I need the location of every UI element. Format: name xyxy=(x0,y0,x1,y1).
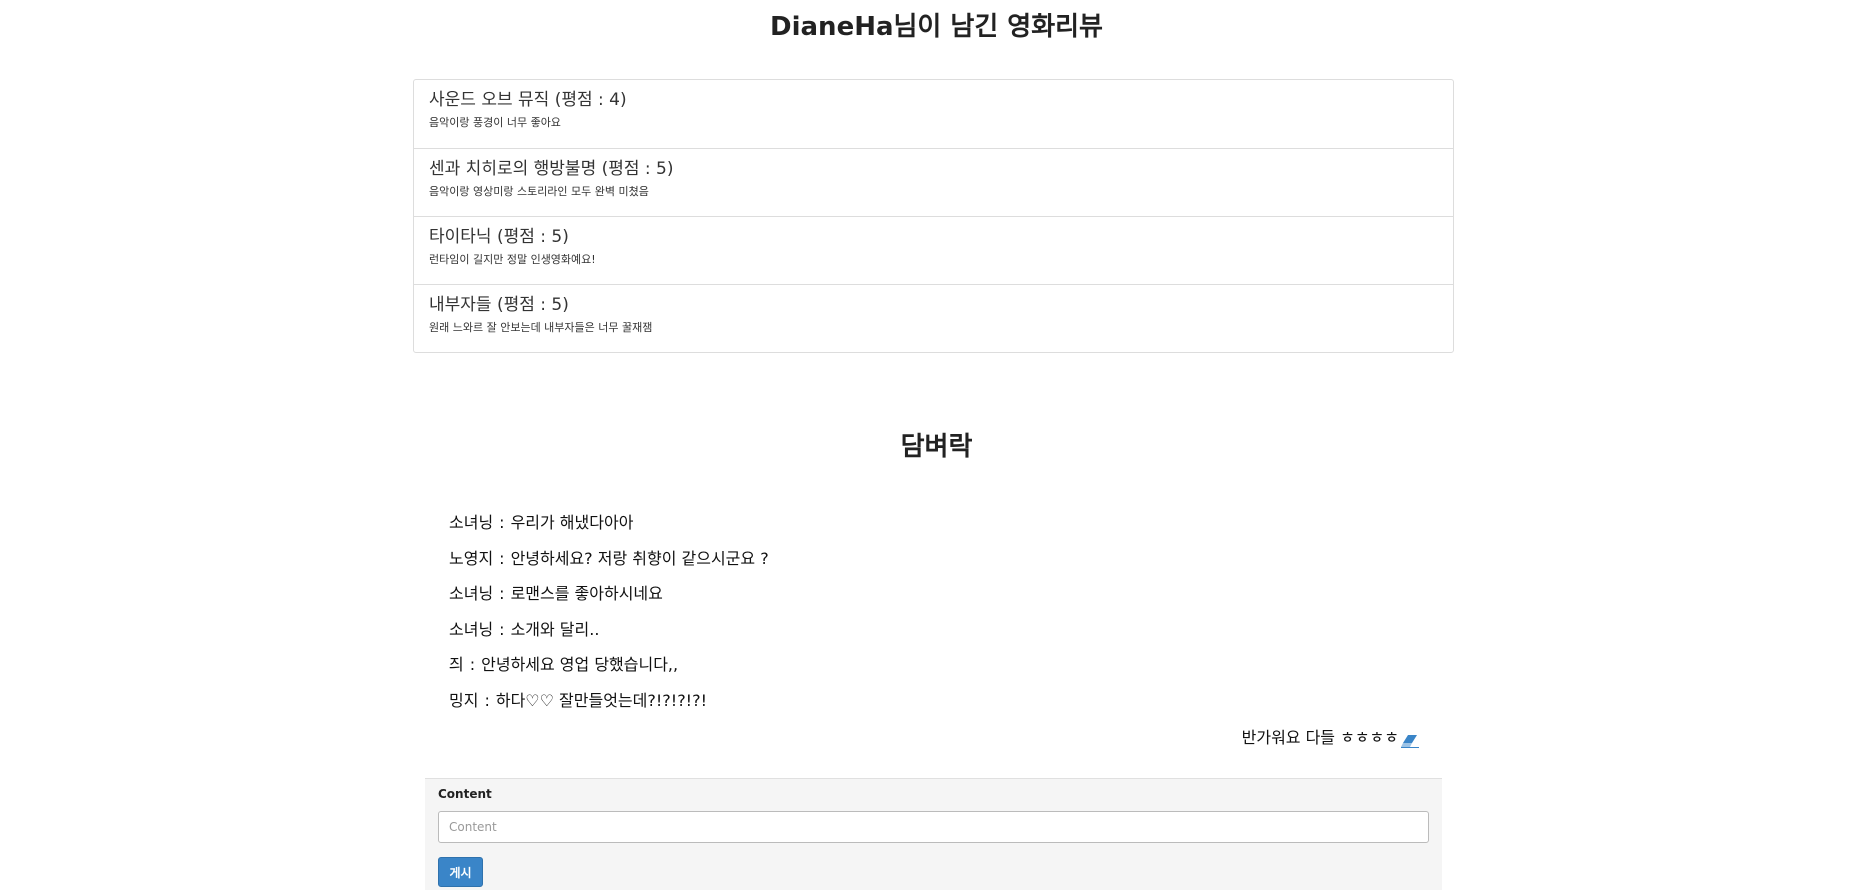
review-title: 타이타닉 (평점 : 5) xyxy=(429,227,569,247)
review-title: 내부자들 (평점 : 5) xyxy=(429,295,569,315)
review-title: 센과 치히로의 행방불명 (평점 : 5) xyxy=(429,159,674,179)
message-text: 하다♡♡ 잘만들엇는데?!?!?!?! xyxy=(495,690,708,710)
message-author: 소녀닝 xyxy=(449,513,494,532)
guestbook-messages: 소녀닝: 우리가 해냈다아아 노영지: 안녕하세요? 저랑 취향이 같으시군요 ? … xyxy=(449,511,1429,724)
message-separator: : xyxy=(499,584,505,603)
message-separator: : xyxy=(499,513,505,532)
review-list-item[interactable]: 내부자들 (평점 : 5) 원래 느와르 잘 안보는데 내부자들은 너무 꿀재잼 xyxy=(414,284,1453,352)
guestbook-message: 소녀닝: 소개와 달리.. xyxy=(449,618,1429,654)
guestbook-message: 노영지: 안녕하세요? 저랑 취향이 같으시군요 ? xyxy=(449,547,1429,583)
guestbook-message: 소녀닝: 우리가 해냈다아아 xyxy=(449,511,1429,547)
message-separator: : xyxy=(499,619,505,639)
guestbook-title: 담벼락 xyxy=(900,432,973,462)
review-comment: 음악이랑 영상미랑 스토리라인 모두 완벽 미쳤음 xyxy=(429,185,649,198)
message-text: 소개와 달리.. xyxy=(510,619,600,639)
my-message-text: 반가워요 다들 ㅎㅎㅎㅎ xyxy=(1241,728,1399,747)
content-label: Content xyxy=(438,787,492,801)
message-author: 즤 xyxy=(449,655,464,674)
post-form: Content 게시 xyxy=(425,778,1442,890)
review-list-item[interactable]: 사운드 오브 뮤직 (평점 : 4) 음악이랑 풍경이 너무 좋아요 xyxy=(414,80,1453,148)
guestbook-panel: 소녀닝: 우리가 해냈다아아 노영지: 안녕하세요? 저랑 취향이 같으시군요 ? … xyxy=(413,485,1454,890)
review-title: 사운드 오브 뮤직 (평점 : 4) xyxy=(429,90,627,110)
message-text: 로맨스를 좋아하시네요 xyxy=(510,584,663,603)
message-author: 소녀닝 xyxy=(449,619,494,639)
message-separator: : xyxy=(469,655,476,674)
message-text: 우리가 해냈다아아 xyxy=(510,513,634,532)
review-comment: 런타임이 길지만 정말 인생영화예요! xyxy=(429,253,596,266)
review-comment: 음악이랑 풍경이 너무 좋아요 xyxy=(429,116,561,129)
message-separator: : xyxy=(484,690,490,710)
reviews-page-title: DianeHa님이 남긴 영화리뷰 xyxy=(770,12,1103,42)
review-comment: 원래 느와르 잘 안보는데 내부자들은 너무 꿀재잼 xyxy=(429,321,653,334)
message-author: 노영지 xyxy=(449,548,494,568)
guestbook-message: 소녀닝: 로맨스를 좋아하시네요 xyxy=(449,582,1429,618)
guestbook-message: 밍지: 하다♡♡ 잘만들엇는데?!?!?!?! xyxy=(449,689,1429,725)
review-list: 사운드 오브 뮤직 (평점 : 4) 음악이랑 풍경이 너무 좋아요 센과 치히… xyxy=(413,79,1454,353)
eraser-icon[interactable] xyxy=(1401,731,1419,748)
message-separator: : xyxy=(499,548,505,568)
message-text: 안녕하세요? 저랑 취향이 같으시군요 ? xyxy=(510,548,769,568)
review-list-item[interactable]: 타이타닉 (평점 : 5) 런타임이 길지만 정말 인생영화예요! xyxy=(414,216,1453,284)
message-author: 소녀닝 xyxy=(449,584,494,603)
guestbook-message: 즤: 안녕하세요 영업 당했습니다,, xyxy=(449,653,1429,689)
content-input[interactable] xyxy=(438,811,1429,843)
post-button[interactable]: 게시 xyxy=(438,857,483,887)
my-message: 반가워요 다들 ㅎㅎㅎㅎ xyxy=(1242,726,1419,750)
review-list-item[interactable]: 센과 치히로의 행방불명 (평점 : 5) 음악이랑 영상미랑 스토리라인 모두… xyxy=(414,148,1453,216)
message-text: 안녕하세요 영업 당했습니다,, xyxy=(481,655,679,674)
message-author: 밍지 xyxy=(449,690,479,710)
